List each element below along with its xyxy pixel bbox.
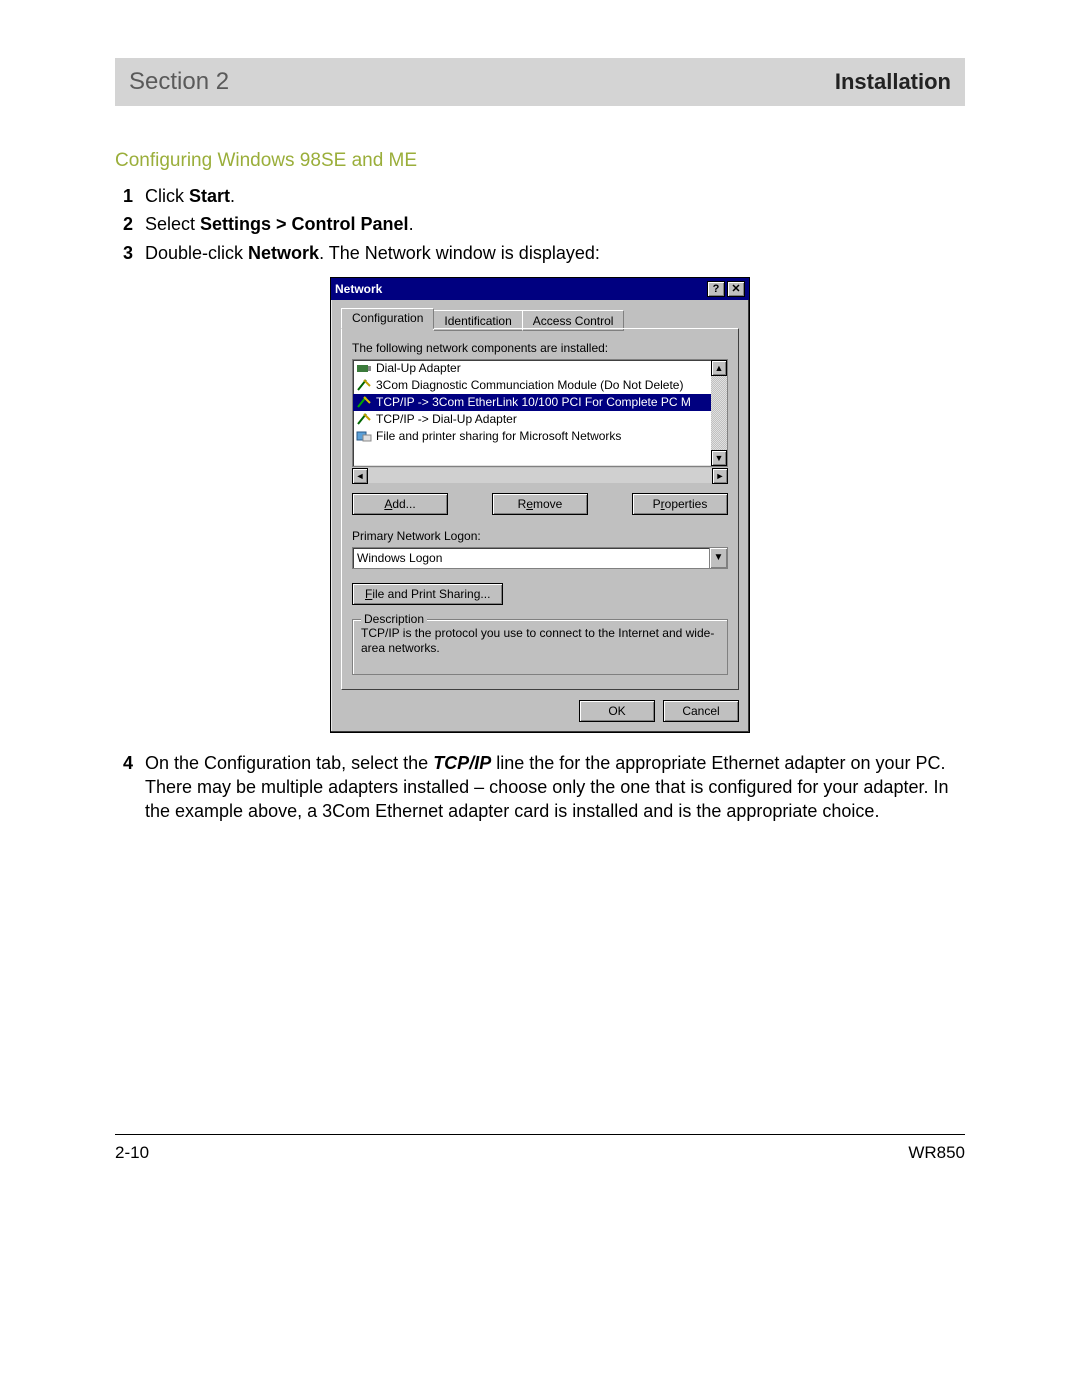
protocol-icon bbox=[356, 412, 372, 426]
description-text: TCP/IP is the protocol you use to connec… bbox=[361, 626, 719, 656]
step-text: On the Configuration tab, select the TCP… bbox=[145, 751, 965, 824]
page-header: Section 2 Installation bbox=[115, 58, 965, 106]
list-item[interactable]: 3Com Diagnostic Communciation Module (Do… bbox=[353, 377, 711, 394]
ok-button[interactable]: OK bbox=[579, 700, 655, 722]
network-dialog: Network ? ✕ Configuration Identification… bbox=[330, 277, 750, 733]
step-2: 2 Select Settings > Control Panel. bbox=[123, 212, 965, 236]
logon-dropdown[interactable]: Windows Logon ▼ bbox=[352, 547, 728, 569]
remove-button[interactable]: Remove bbox=[492, 493, 588, 515]
add-button[interactable]: Add... bbox=[352, 493, 448, 515]
chapter-title: Installation bbox=[835, 69, 951, 95]
cancel-button[interactable]: Cancel bbox=[663, 700, 739, 722]
scroll-up-button[interactable]: ▲ bbox=[711, 360, 727, 376]
logon-label: Primary Network Logon: bbox=[352, 529, 728, 543]
titlebar[interactable]: Network ? ✕ bbox=[331, 278, 749, 300]
tab-panel: The following network components are ins… bbox=[341, 328, 739, 690]
chevron-down-icon[interactable]: ▼ bbox=[709, 548, 727, 568]
step-text: Click Start. bbox=[145, 184, 965, 208]
step-num: 2 bbox=[123, 212, 145, 236]
adapter-icon bbox=[356, 361, 372, 375]
step-4: 4 On the Configuration tab, select the T… bbox=[123, 751, 965, 824]
properties-button[interactable]: Properties bbox=[632, 493, 728, 515]
step-text: Select Settings > Control Panel. bbox=[145, 212, 965, 236]
list-item[interactable]: File and printer sharing for Microsoft N… bbox=[353, 428, 711, 445]
step-3: 3 Double-click Network. The Network wind… bbox=[123, 241, 965, 265]
list-item[interactable]: TCP/IP -> Dial-Up Adapter bbox=[353, 411, 711, 428]
subheading: Configuring Windows 98SE and ME bbox=[115, 150, 965, 172]
scroll-left-button[interactable]: ◄ bbox=[352, 468, 368, 484]
scroll-right-button[interactable]: ► bbox=[712, 468, 728, 484]
logon-value: Windows Logon bbox=[353, 548, 709, 568]
page-footer: 2-10 WR850 bbox=[115, 1134, 965, 1163]
dialog-screenshot: Network ? ✕ Configuration Identification… bbox=[115, 277, 965, 733]
description-fieldset: Description TCP/IP is the protocol you u… bbox=[352, 619, 728, 675]
close-button[interactable]: ✕ bbox=[727, 281, 745, 297]
list-item[interactable]: Dial-Up Adapter bbox=[353, 360, 711, 377]
service-icon bbox=[356, 429, 372, 443]
list-item-label: TCP/IP -> Dial-Up Adapter bbox=[376, 412, 517, 426]
components-listbox[interactable]: Dial-Up Adapter 3Com Diagnostic Communci… bbox=[352, 359, 728, 483]
protocol-icon bbox=[356, 395, 372, 409]
tab-strip: Configuration Identification Access Cont… bbox=[341, 308, 739, 329]
list-item-selected[interactable]: TCP/IP -> 3Com EtherLink 10/100 PCI For … bbox=[353, 394, 711, 411]
step-text: Double-click Network. The Network window… bbox=[145, 241, 965, 265]
step-num: 4 bbox=[123, 751, 145, 824]
protocol-icon bbox=[356, 378, 372, 392]
list-item-label: File and printer sharing for Microsoft N… bbox=[376, 429, 621, 443]
scroll-down-button[interactable]: ▼ bbox=[711, 450, 727, 466]
description-legend: Description bbox=[361, 612, 427, 626]
step-num: 3 bbox=[123, 241, 145, 265]
list-item-label: 3Com Diagnostic Communciation Module (Do… bbox=[376, 378, 683, 392]
step-1: 1 Click Start. bbox=[123, 184, 965, 208]
step-num: 1 bbox=[123, 184, 145, 208]
section-label: Section 2 bbox=[129, 68, 229, 96]
file-print-sharing-button[interactable]: File and Print Sharing... bbox=[352, 583, 503, 605]
tab-configuration[interactable]: Configuration bbox=[341, 308, 434, 329]
vertical-scrollbar[interactable]: ▲ ▼ bbox=[711, 360, 727, 466]
installed-label: The following network components are ins… bbox=[352, 341, 728, 355]
step-list: 1 Click Start. 2 Select Settings > Contr… bbox=[115, 184, 965, 265]
list-item-label: Dial-Up Adapter bbox=[376, 361, 461, 375]
page-number: 2-10 bbox=[115, 1143, 149, 1163]
step-list-cont: 4 On the Configuration tab, select the T… bbox=[115, 751, 965, 824]
help-button[interactable]: ? bbox=[707, 281, 725, 297]
dialog-title: Network bbox=[335, 282, 382, 296]
model-number: WR850 bbox=[908, 1143, 965, 1163]
horizontal-scrollbar[interactable]: ◄ ► bbox=[352, 467, 728, 483]
list-item-label: TCP/IP -> 3Com EtherLink 10/100 PCI For … bbox=[376, 395, 691, 409]
